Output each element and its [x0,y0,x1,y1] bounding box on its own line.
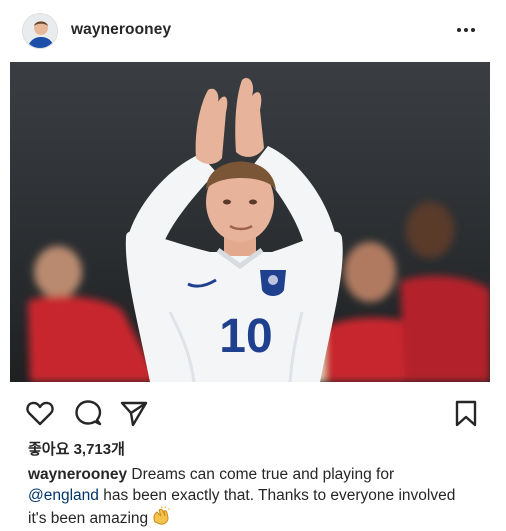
comment-icon[interactable] [73,398,103,428]
post-caption: waynerooney Dreams can come true and pla… [28,464,468,529]
caption-author[interactable]: waynerooney [28,466,127,483]
football-player-photo: 10 [10,62,490,382]
caption-text-before: Dreams can come true and playing for [127,466,395,483]
post-author-username[interactable]: waynerooney [71,21,171,39]
avatar[interactable] [22,13,58,49]
shirt-number: 10 [219,310,272,363]
post-photo[interactable]: 10 [10,62,490,382]
like-count[interactable]: 좋아요 3,713개 [28,438,125,459]
bookmark-icon[interactable] [451,398,481,428]
mention-link[interactable]: @england [28,487,99,504]
heart-icon[interactable] [25,398,55,428]
clapping-hands-icon [153,506,170,525]
post-header: waynerooney [0,0,506,62]
more-options-icon[interactable] [456,26,476,34]
avatar-image [23,14,57,48]
share-icon[interactable] [119,398,149,428]
post-action-bar [0,392,506,432]
